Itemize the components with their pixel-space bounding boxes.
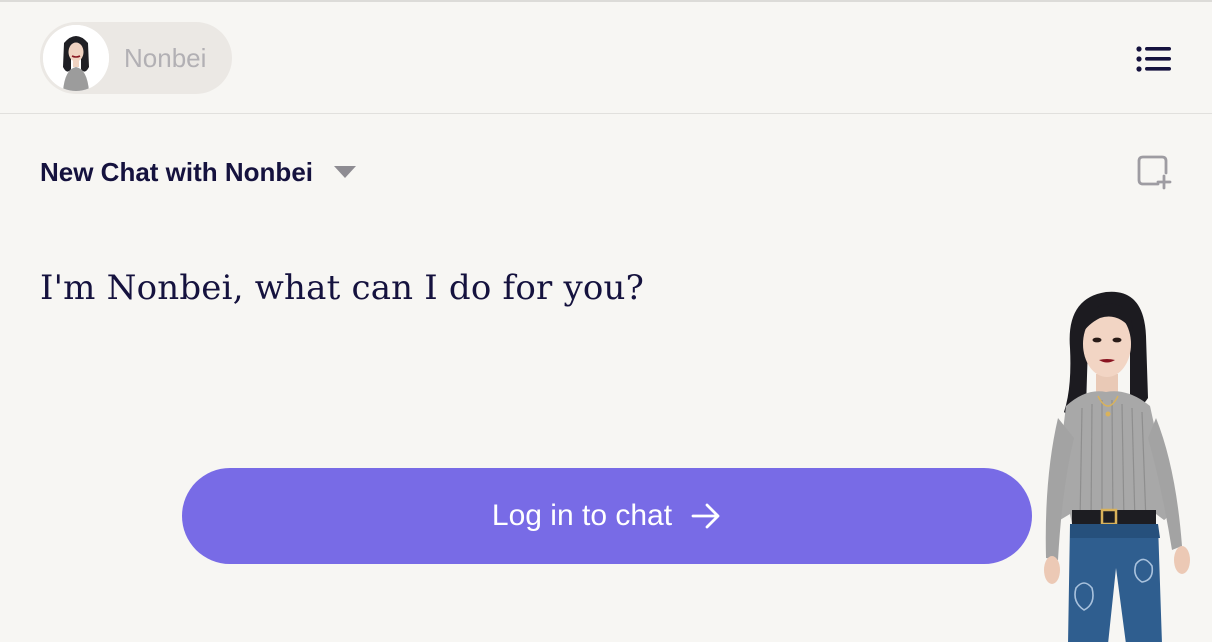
- top-bar: Nonbei: [0, 2, 1212, 114]
- nonbei-avatar-icon: [43, 25, 109, 91]
- login-button-label: Log in to chat: [491, 499, 673, 532]
- app-window: Nonbei New Chat with Nonbei I'm Nonbei, …: [0, 0, 1212, 642]
- login-to-chat-button[interactable]: Log in to chat: [182, 468, 1032, 564]
- greeting-message: I'm Nonbei, what can I do for you?: [40, 268, 645, 308]
- list-menu-icon[interactable]: [1134, 44, 1174, 76]
- chat-title: New Chat with Nonbei: [40, 156, 313, 187]
- chat-selector[interactable]: New Chat with Nonbei: [40, 152, 357, 192]
- caret-down-icon: [334, 166, 356, 178]
- agent-name: Nonbei: [124, 42, 207, 73]
- agent-profile-button[interactable]: Nonbei: [40, 22, 232, 94]
- nonbei-character-illustration: [1036, 288, 1206, 642]
- arrow-right-icon: [691, 503, 720, 529]
- new-chat-icon[interactable]: [1136, 154, 1172, 190]
